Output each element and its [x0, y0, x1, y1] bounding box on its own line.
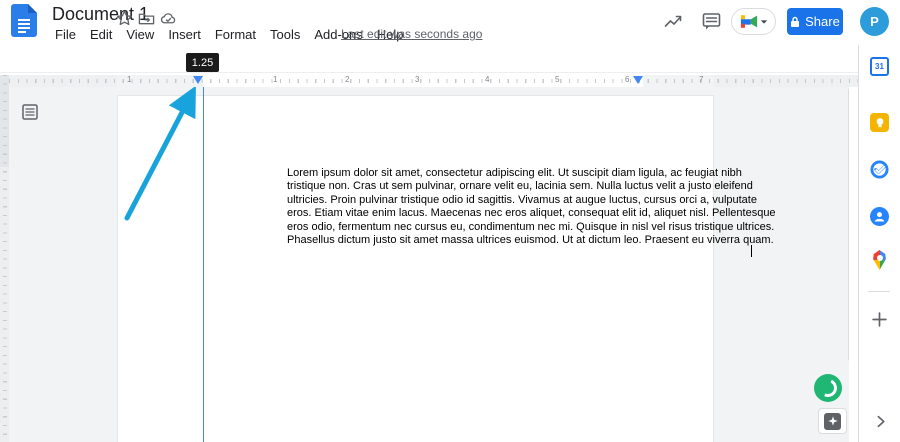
account-avatar[interactable]: P — [860, 7, 889, 36]
google-keep-icon[interactable] — [870, 113, 889, 132]
get-addons-icon[interactable] — [871, 311, 888, 328]
show-outline-button[interactable] — [21, 103, 39, 121]
text-line[interactable]: Phasellus dictum justo sit amet massa ul… — [287, 234, 774, 247]
document-canvas: Lorem ipsum dolor sit amet, consectetur … — [9, 87, 849, 442]
ruler-inch-label: 7 — [699, 75, 704, 84]
menu-item[interactable]: Insert — [161, 25, 208, 44]
ruler-inch-label: 1 — [273, 75, 278, 84]
calendar-day: 31 — [875, 62, 884, 71]
text-line[interactable]: Lorem ipsum dolor sit amet, consectetur … — [287, 167, 765, 180]
menu-item[interactable]: View — [119, 25, 161, 44]
text-line[interactable]: tristique non. Cras ut sem pulvinar, orn… — [287, 180, 765, 193]
right-indent-marker[interactable] — [633, 76, 643, 84]
google-tasks-icon[interactable] — [870, 160, 889, 179]
open-comments-icon[interactable] — [701, 11, 722, 32]
google-maps-icon[interactable] — [870, 250, 889, 270]
spinner-arc — [816, 376, 840, 400]
menu-item[interactable]: Tools — [263, 25, 307, 44]
side-panel-divider — [868, 291, 890, 292]
google-docs-logo-icon[interactable] — [11, 4, 37, 37]
last-edit-link[interactable]: Last edit was seconds ago — [341, 27, 482, 41]
left-indent-marker[interactable] — [193, 76, 203, 84]
join-meet-button[interactable] — [731, 8, 776, 35]
menu-item[interactable]: File — [48, 25, 83, 44]
document-stats-icon[interactable] — [663, 11, 684, 32]
explore-icon — [824, 412, 841, 430]
share-button[interactable]: Share — [787, 8, 843, 35]
toolbar — [0, 45, 900, 73]
meet-dropdown-caret-icon — [760, 19, 767, 24]
menu-item[interactable]: Format — [208, 25, 263, 44]
header: Document 1 File Edit View Insert Format Tools… — [0, 0, 900, 45]
vertical-scrollbar[interactable] — [848, 87, 849, 362]
explore-button[interactable] — [818, 408, 847, 434]
share-label: Share — [805, 14, 840, 29]
ruler-ticks — [9, 79, 858, 83]
google-meet-icon — [740, 15, 757, 28]
indent-value-tooltip: 1.25 — [186, 53, 219, 72]
show-side-panel-icon[interactable] — [874, 415, 887, 428]
ruler-inch-label: 4 — [485, 75, 490, 84]
vertical-ruler-ticks — [3, 75, 7, 442]
text-line[interactable]: eros. Etiam vitae enim lacus. Maecenas n… — [287, 207, 776, 220]
ruler-inch-label: 1 — [127, 75, 132, 84]
indent-value: 1.25 — [191, 56, 214, 69]
text-cursor — [751, 245, 752, 257]
ruler-inch-label: 2 — [345, 75, 350, 84]
paragraph: Lorem ipsum dolor sit amet, consectetur … — [287, 167, 776, 247]
ruler-inch-label: 5 — [555, 75, 560, 84]
ruler-inch-label: 3 — [415, 75, 420, 84]
text-line[interactable]: eros odio, fermentum nec cursus eu, cond… — [287, 221, 774, 234]
menu-item[interactable]: Edit — [83, 25, 119, 44]
lock-icon — [791, 16, 800, 27]
loading-spinner — [814, 374, 842, 402]
text-line[interactable]: ultricies. Proin pulvinar tristique odio… — [287, 194, 765, 207]
google-contacts-icon[interactable] — [870, 207, 889, 226]
document-title[interactable]: Document 1 — [52, 4, 149, 25]
google-calendar-icon[interactable]: 31 — [870, 57, 889, 76]
google-docs-window: Document 1 File Edit View Insert Format Tools… — [0, 0, 900, 442]
side-panel: 31 — [858, 45, 900, 442]
indent-guide-line — [203, 87, 204, 442]
ruler-inch-label: 6 — [625, 75, 630, 84]
vertical-ruler[interactable] — [0, 75, 9, 442]
document-page[interactable]: Lorem ipsum dolor sit amet, consectetur … — [117, 95, 776, 442]
horizontal-ruler[interactable]: 1 1 2 3 4 5 6 7 — [9, 75, 858, 87]
maps-pin-shape — [873, 250, 886, 270]
avatar-initial: P — [870, 14, 879, 29]
